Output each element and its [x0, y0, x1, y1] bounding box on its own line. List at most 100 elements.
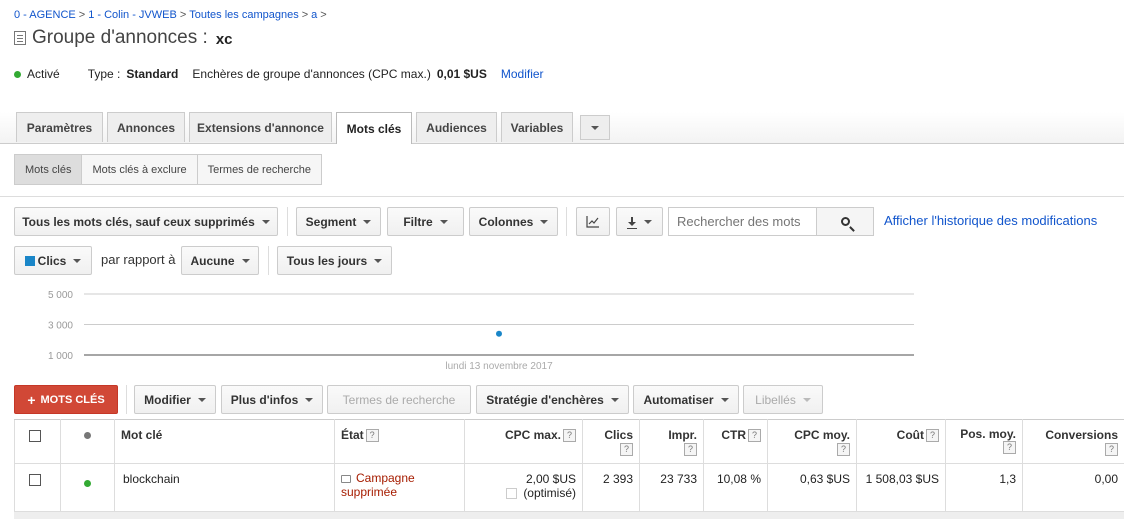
- help-icon[interactable]: ?: [563, 429, 576, 443]
- more-tabs-button[interactable]: [580, 115, 610, 140]
- state-text: Campagne supprimée: [341, 471, 415, 499]
- subtab-mots-cles-exclure[interactable]: Mots clés à exclure: [82, 155, 198, 184]
- breadcrumb-separator: >: [320, 9, 327, 21]
- data-point[interactable]: [496, 330, 502, 337]
- compare-label: par rapport à: [101, 252, 176, 267]
- tab-extensions[interactable]: Extensions d'annonce: [189, 112, 332, 142]
- search-terms-button[interactable]: Termes de recherche: [327, 385, 471, 414]
- ctr-header[interactable]: CTR?: [703, 419, 768, 464]
- add-keywords-button[interactable]: + MOTS CLÉS: [14, 385, 118, 414]
- help-icon[interactable]: ?: [365, 429, 379, 443]
- tab-audiences[interactable]: Audiences: [416, 112, 497, 142]
- chart-toggle-button[interactable]: [576, 207, 610, 236]
- change-history-link[interactable]: Afficher l'historique des modifications: [884, 213, 1097, 228]
- search-button[interactable]: [816, 208, 873, 235]
- chevron-down-icon: [591, 125, 599, 130]
- help-icon[interactable]: ?: [1003, 441, 1016, 455]
- columns-label: Colonnes: [478, 214, 534, 229]
- download-dropdown[interactable]: [616, 207, 663, 236]
- pos-moy-header[interactable]: Pos. moy.?: [945, 419, 1023, 464]
- labels-dropdown[interactable]: Libellés: [743, 385, 823, 414]
- cout-cell: 1 508,03 $US: [856, 463, 946, 512]
- conversions-cell: 0,00: [1022, 463, 1124, 512]
- download-icon: [627, 216, 637, 229]
- tab-annonces[interactable]: Annonces: [107, 112, 185, 142]
- period-dropdown[interactable]: Tous les jours: [277, 246, 392, 275]
- chevron-down-icon: [720, 397, 729, 402]
- bid-strategy-dropdown[interactable]: Stratégie d'enchères: [476, 385, 629, 414]
- cpc-moy-cell: 0,63 $US: [767, 463, 857, 512]
- keywords-table: Mot clé État? CPC max.? Clics? Impr.? CT…: [14, 419, 1124, 512]
- divider: [287, 207, 288, 236]
- breadcrumb-separator: >: [301, 9, 309, 21]
- pos-moy-cell: 1,3: [945, 463, 1023, 512]
- row-checkbox[interactable]: [29, 474, 41, 486]
- more-info-dropdown[interactable]: Plus d'infos: [221, 385, 323, 414]
- clics-header[interactable]: Clics?: [582, 419, 640, 464]
- bid-edit-icon[interactable]: [506, 488, 518, 500]
- labels-label: Libellés: [755, 392, 796, 407]
- modify-bid-link[interactable]: Modifier: [501, 67, 544, 81]
- columns-dropdown[interactable]: Colonnes: [469, 207, 558, 236]
- cpc-moy-header-label: CPC moy.: [794, 428, 850, 442]
- ad-group-status-bar: Activé Type : Standard Enchères de group…: [14, 67, 544, 81]
- tab-parametres[interactable]: Paramètres: [16, 112, 103, 142]
- tab-mots-cles[interactable]: Mots clés: [336, 112, 412, 144]
- chevron-down-icon: [305, 397, 314, 402]
- conversions-header[interactable]: Conversions?: [1022, 419, 1124, 464]
- automate-dropdown[interactable]: Automatiser: [633, 385, 739, 414]
- state-header[interactable]: État?: [334, 419, 465, 464]
- cpc-max-header-label: CPC max.: [504, 428, 561, 442]
- impr-header[interactable]: Impr.?: [639, 419, 704, 464]
- divider: [0, 196, 1124, 197]
- breadcrumb-item-campaigns[interactable]: Toutes les campagnes: [189, 9, 298, 21]
- chevron-down-icon: [374, 258, 383, 263]
- keyword-cell[interactable]: blockchain: [114, 463, 335, 512]
- segment-dropdown[interactable]: Segment: [296, 207, 381, 236]
- help-icon[interactable]: ?: [1105, 443, 1118, 457]
- metric-dropdown[interactable]: Clics: [14, 246, 92, 275]
- compare-dropdown[interactable]: Aucune: [181, 246, 259, 275]
- automate-label: Automatiser: [643, 392, 714, 407]
- keyword-header[interactable]: Mot clé: [114, 419, 335, 464]
- help-icon[interactable]: ?: [748, 429, 761, 443]
- bid-strategy-label: Stratégie d'enchères: [486, 392, 604, 407]
- filter-dropdown[interactable]: Filtre: [387, 207, 464, 236]
- ctr-header-label: CTR: [721, 428, 746, 442]
- subtab-mots-cles[interactable]: Mots clés: [15, 155, 83, 184]
- cpc-max-header[interactable]: CPC max.?: [464, 419, 583, 464]
- breadcrumb-item-account[interactable]: 1 - Colin - JVWEB: [88, 9, 177, 21]
- cpc-moy-header[interactable]: CPC moy.?: [767, 419, 857, 464]
- tab-variables[interactable]: Variables: [501, 112, 573, 142]
- status-header[interactable]: [60, 419, 115, 464]
- cpc-max-cell[interactable]: 2,00 $US (optimisé): [464, 463, 583, 512]
- row-status-cell: [60, 463, 115, 512]
- pos-moy-header-label: Pos. moy.: [960, 427, 1016, 441]
- cout-header-label: Coût: [896, 428, 924, 442]
- help-icon[interactable]: ?: [926, 429, 939, 443]
- breadcrumb-item-agence[interactable]: 0 - AGENCE: [14, 9, 76, 21]
- subtab-termes-recherche[interactable]: Termes de recherche: [197, 155, 321, 184]
- speech-bubble-icon[interactable]: [341, 474, 351, 483]
- bid-value: 0,01 $US: [436, 67, 487, 81]
- keyword-filter-dropdown[interactable]: Tous les mots clés, sauf ceux supprimés: [14, 207, 278, 236]
- help-icon[interactable]: ?: [684, 443, 697, 457]
- cpc-max-note: (optimisé): [523, 486, 576, 500]
- chevron-down-icon: [802, 397, 811, 402]
- modify-dropdown[interactable]: Modifier: [134, 385, 216, 414]
- help-icon[interactable]: ?: [837, 443, 850, 457]
- chevron-down-icon: [439, 219, 448, 224]
- help-icon[interactable]: ?: [620, 443, 633, 457]
- search-input[interactable]: [669, 208, 816, 235]
- next-row-placeholder: [14, 512, 1124, 519]
- table-row[interactable]: blockchain Campagne supprimée 2,00 $US (o…: [14, 463, 1124, 512]
- segment-label: Segment: [305, 214, 357, 229]
- breadcrumb-item-campaign[interactable]: a: [311, 9, 317, 21]
- status-text[interactable]: Activé: [27, 67, 60, 81]
- breadcrumb-separator: >: [179, 9, 187, 21]
- cout-header[interactable]: Coût?: [856, 419, 946, 464]
- breadcrumb-separator: >: [78, 9, 86, 21]
- select-all-checkbox[interactable]: [29, 430, 41, 442]
- divider: [126, 385, 127, 414]
- status-enabled-icon[interactable]: [84, 480, 91, 487]
